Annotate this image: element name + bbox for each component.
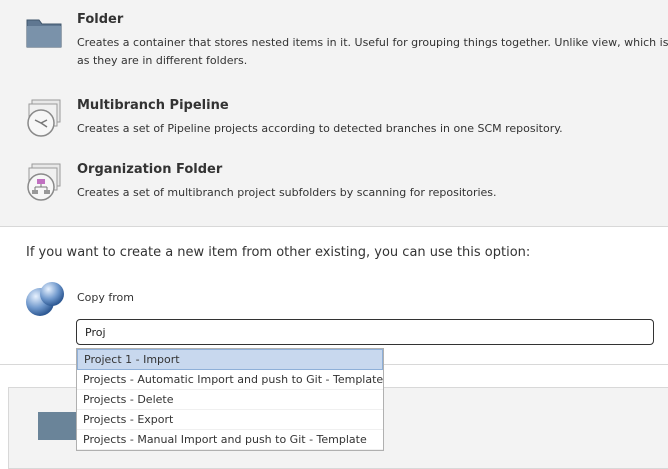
item-type-list: Folder Creates a container that stores n… xyxy=(0,0,668,227)
item-type-folder[interactable]: Folder Creates a container that stores n… xyxy=(24,12,668,72)
item-type-description: Creates a set of multibranch project sub… xyxy=(77,186,497,199)
autocomplete-option[interactable]: Projects - Delete xyxy=(77,390,383,410)
item-type-title: Folder xyxy=(77,12,124,27)
multibranch-pipeline-icon xyxy=(27,99,61,137)
autocomplete-option[interactable]: Project 1 - Import xyxy=(77,349,383,370)
item-type-title: Organization Folder xyxy=(77,162,223,177)
item-type-organization-folder[interactable]: Organization Folder Creates a set of mul… xyxy=(24,162,664,210)
folder-icon xyxy=(26,19,62,48)
autocomplete-dropdown: Project 1 - Import Projects - Automatic … xyxy=(76,348,384,451)
copy-from-section: If you want to create a new item from ot… xyxy=(0,227,668,364)
copy-from-input[interactable] xyxy=(76,319,654,345)
autocomplete-option[interactable]: Projects - Export xyxy=(77,410,383,430)
autocomplete-option[interactable]: Projects - Manual Import and push to Git… xyxy=(77,430,383,450)
item-type-description: Creates a set of Pipeline projects accor… xyxy=(77,122,563,135)
item-type-multibranch-pipeline[interactable]: Multibranch Pipeline Creates a set of Pi… xyxy=(24,98,664,146)
copy-prompt: If you want to create a new item from ot… xyxy=(26,245,531,260)
item-type-description: Creates a container that stores nested i… xyxy=(77,36,668,67)
organization-folder-icon xyxy=(27,163,61,201)
item-type-title: Multibranch Pipeline xyxy=(77,98,229,113)
copy-from-label: Copy from xyxy=(77,291,134,304)
copy-icon xyxy=(26,282,64,316)
autocomplete-option[interactable]: Projects - Automatic Import and push to … xyxy=(77,370,383,390)
